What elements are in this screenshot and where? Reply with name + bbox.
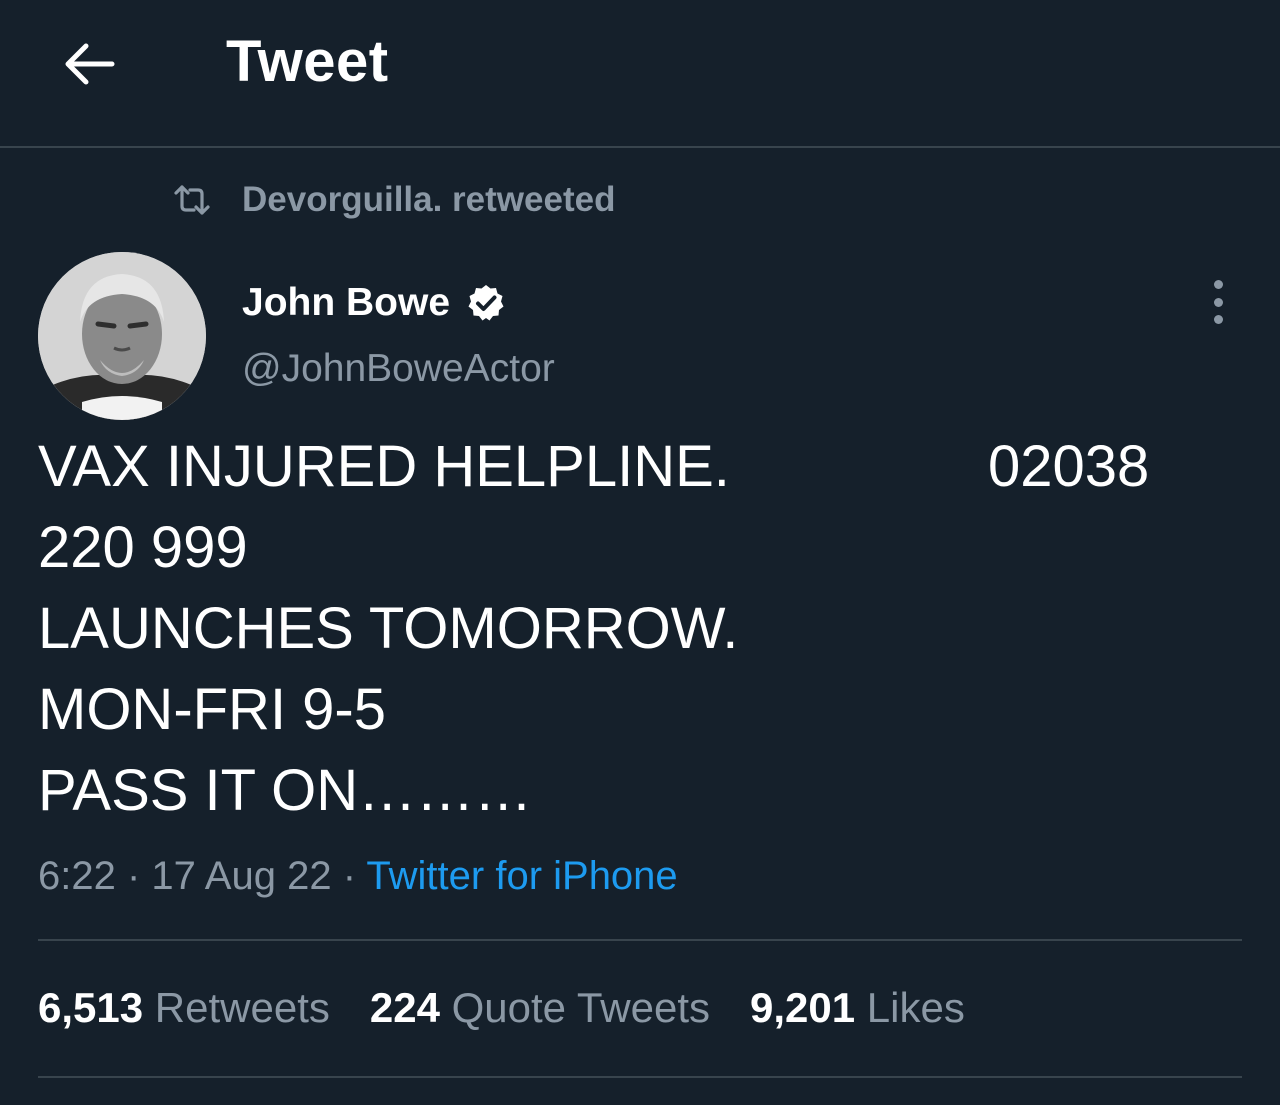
- divider: [38, 939, 1242, 941]
- likes-label: Likes: [866, 984, 965, 1031]
- author-name[interactable]: John Bowe: [242, 280, 506, 326]
- retweets-count: 6,513: [38, 984, 144, 1031]
- tweet-source-link[interactable]: Twitter for iPhone: [366, 854, 677, 898]
- tweet-line: LAUNCHES TOMORROW.: [38, 596, 739, 661]
- meta-separator: ·: [331, 854, 367, 898]
- retweeted-by-label: Devorguilla. retweeted: [242, 180, 616, 219]
- more-options-button[interactable]: [1196, 276, 1240, 328]
- tweet-time[interactable]: 6:22: [38, 854, 116, 898]
- arrow-left-icon: [65, 43, 115, 85]
- retweets-label: Retweets: [154, 984, 330, 1031]
- top-bar: Tweet: [0, 0, 1280, 148]
- back-button[interactable]: [52, 28, 124, 100]
- retweets-stat[interactable]: 6,513 Retweets: [38, 984, 330, 1031]
- likes-stat[interactable]: 9,201 Likes: [750, 984, 965, 1031]
- more-vertical-icon: [1213, 280, 1223, 289]
- tweet-metadata: 6:22 · 17 Aug 22 · Twitter for iPhone: [38, 850, 678, 902]
- avatar[interactable]: [38, 252, 206, 420]
- tweet-stats: 6,513 Retweets 224 Quote Tweets 9,201 Like…: [38, 982, 1005, 1034]
- tweet-text: VAX INJURED HELPLINE. 02038 220 999 LAUNC…: [38, 426, 1258, 831]
- quote-tweets-count: 224: [369, 984, 440, 1031]
- quote-tweets-label: Quote Tweets: [451, 984, 710, 1031]
- author-handle[interactable]: @JohnBoweActor: [242, 346, 555, 392]
- author-name-label: John Bowe: [242, 281, 451, 324]
- tweet-line-text: VAX INJURED HELPLINE.: [38, 434, 730, 499]
- retweet-icon: [174, 185, 210, 215]
- verified-badge-icon: [468, 285, 504, 321]
- page-title: Tweet: [226, 29, 389, 94]
- quote-tweets-stat[interactable]: 224 Quote Tweets: [370, 984, 710, 1031]
- tweet-line: 220 999: [38, 515, 248, 580]
- divider: [38, 1076, 1242, 1078]
- tweet-line: PASS IT ON………: [38, 758, 533, 823]
- phone-number-part: 02038: [988, 434, 1150, 499]
- tweet-line: MON-FRI 9-5: [38, 677, 386, 742]
- tweet-date[interactable]: 17 Aug 22: [151, 854, 331, 898]
- retweeted-by[interactable]: Devorguilla. retweeted: [172, 176, 615, 224]
- meta-separator: ·: [115, 854, 152, 898]
- likes-count: 9,201: [750, 984, 856, 1031]
- tweet-line: VAX INJURED HELPLINE. 02038: [38, 426, 1258, 507]
- profile-photo: [38, 252, 206, 420]
